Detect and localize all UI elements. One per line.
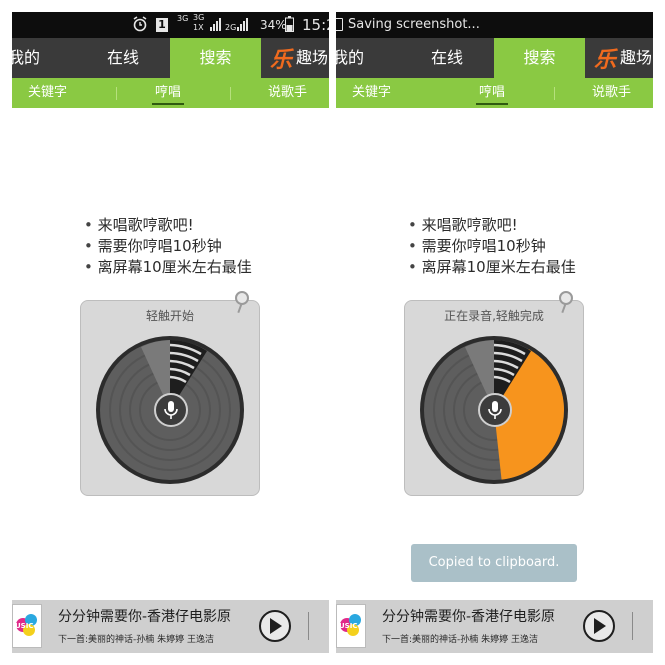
mini-player[interactable]: USIC 分分钟需要你-香港仔电影原 下一首:美丽的神话-孙楠 朱婷婷 王逸洁	[12, 600, 329, 653]
status-bar: Saving screenshot...	[336, 12, 653, 38]
play-button[interactable]	[259, 610, 291, 642]
play-icon	[270, 618, 282, 634]
tab-fun[interactable]: 乐 趣场	[594, 38, 653, 78]
mini-player[interactable]: USIC 分分钟需要你-香港仔电影原 下一首:美丽的神话-孙楠 朱婷婷 王逸洁	[336, 600, 653, 653]
microphone-button[interactable]	[478, 393, 512, 427]
now-playing-title: 分分钟需要你-香港仔电影原	[382, 609, 556, 625]
instruction-line: 来唱歌哼歌吧!	[408, 215, 576, 236]
antenna-knob	[559, 291, 573, 305]
hum-recorder[interactable]: 轻触开始	[80, 291, 260, 496]
next-song: 下一首:美丽的神话-孙楠 朱婷婷 王逸洁	[58, 635, 215, 645]
subtab-divider	[554, 87, 555, 100]
status-notification-text: Saving screenshot...	[348, 17, 480, 32]
antenna-knob	[235, 291, 249, 305]
notification-count-badge: 1	[156, 18, 168, 32]
tab-label: 在线	[107, 48, 140, 67]
search-sub-tabs: 关键字 哼唱 说歌手	[336, 78, 653, 108]
subtab-label: 说歌手	[268, 85, 308, 100]
subtab-active-indicator	[152, 103, 184, 105]
signal-strength-secondary-icon	[237, 18, 248, 31]
microphone-button[interactable]	[154, 393, 188, 427]
player-divider	[308, 612, 309, 640]
hum-recorder[interactable]: 正在录音,轻触完成	[404, 291, 584, 496]
microphone-icon	[488, 401, 502, 419]
subtab-keyword[interactable]: 关键字	[352, 78, 391, 108]
instruction-line: 来唱歌哼歌吧!	[84, 215, 252, 236]
play-button[interactable]	[583, 610, 615, 642]
album-art-graphic: USIC	[15, 614, 37, 636]
subtab-keyword[interactable]: 关键字	[28, 78, 67, 108]
subtab-sing[interactable]: 说歌手	[592, 78, 631, 108]
tab-mine[interactable]: 我的	[336, 38, 392, 78]
screenshot-notification-icon	[336, 18, 343, 31]
tab-search[interactable]: 搜索	[494, 38, 585, 78]
le-logo-icon: 乐	[270, 48, 293, 73]
tab-label: 我的	[336, 48, 365, 67]
screenshot-left: 1 3G 3G 1X 2G 34% 15:2 我的 在线 搜索 乐 趣场	[12, 12, 329, 653]
screenshot-right: Saving screenshot... 我的 在线 搜索 乐 趣场 关键字 哼…	[336, 12, 653, 653]
clock: 15:2	[302, 16, 329, 34]
instruction-line: 需要你哼唱10秒钟	[408, 236, 576, 257]
signal-strength-icon	[210, 18, 221, 31]
album-art: USIC	[12, 604, 42, 648]
now-playing-title: 分分钟需要你-香港仔电影原	[58, 609, 232, 625]
subtab-label: 说歌手	[592, 85, 632, 100]
instruction-line: 需要你哼唱10秒钟	[84, 236, 252, 257]
tab-label: 趣场	[296, 48, 329, 67]
instruction-line: 离屏幕10厘米左右最佳	[408, 257, 576, 278]
subtab-sing[interactable]: 说歌手	[268, 78, 307, 108]
album-art-graphic: USIC	[339, 614, 361, 636]
battery-icon	[285, 16, 294, 32]
recorder-hint: 轻触开始	[145, 309, 194, 323]
subtab-label: 哼唱	[479, 85, 506, 100]
tab-label: 趣场	[620, 48, 653, 67]
subtab-label: 哼唱	[155, 85, 182, 100]
subtab-label: 关键字	[352, 85, 392, 100]
tab-label: 在线	[431, 48, 464, 67]
network-type-2g: 2G	[225, 23, 237, 32]
clipboard-toast: Copied to clipboard.	[411, 544, 577, 582]
next-song: 下一首:美丽的神话-孙楠 朱婷婷 王逸洁	[382, 635, 539, 645]
tab-online[interactable]: 在线	[431, 38, 463, 78]
hum-instructions: 来唱歌哼歌吧! 需要你哼唱10秒钟 离屏幕10厘米左右最佳	[408, 215, 576, 278]
instruction-line: 离屏幕10厘米左右最佳	[84, 257, 252, 278]
album-label: USIC	[339, 622, 357, 630]
le-logo-icon: 乐	[594, 48, 617, 73]
status-bar: 1 3G 3G 1X 2G 34% 15:2	[12, 12, 329, 38]
tab-label: 搜索	[523, 48, 556, 67]
network-type-1x: 1X	[193, 23, 204, 32]
battery-percent: 34%	[260, 18, 287, 32]
subtab-divider	[116, 87, 117, 100]
tab-mine[interactable]: 我的	[12, 38, 68, 78]
album-label: USIC	[15, 622, 33, 630]
tab-label: 搜索	[199, 48, 232, 67]
main-tab-bar: 我的 在线 搜索 乐 趣场	[12, 38, 329, 78]
microphone-icon	[164, 401, 178, 419]
network-type-3g: 3G	[177, 14, 189, 23]
play-icon	[594, 618, 606, 634]
subtab-active-indicator	[476, 103, 508, 105]
album-art: USIC	[336, 604, 366, 648]
subtab-divider	[230, 87, 231, 100]
tab-online[interactable]: 在线	[107, 38, 139, 78]
main-tab-bar: 我的 在线 搜索 乐 趣场	[336, 38, 653, 78]
alarm-icon	[133, 16, 147, 32]
network-type-3g-secondary: 3G	[193, 13, 205, 22]
tab-search[interactable]: 搜索	[170, 38, 261, 78]
search-sub-tabs: 关键字 哼唱 说歌手	[12, 78, 329, 108]
tab-fun[interactable]: 乐 趣场	[270, 38, 329, 78]
tab-label: 我的	[12, 48, 41, 67]
recorder-hint: 正在录音,轻触完成	[444, 309, 544, 323]
player-divider	[632, 612, 633, 640]
subtab-label: 关键字	[28, 85, 68, 100]
hum-instructions: 来唱歌哼歌吧! 需要你哼唱10秒钟 离屏幕10厘米左右最佳	[84, 215, 252, 278]
